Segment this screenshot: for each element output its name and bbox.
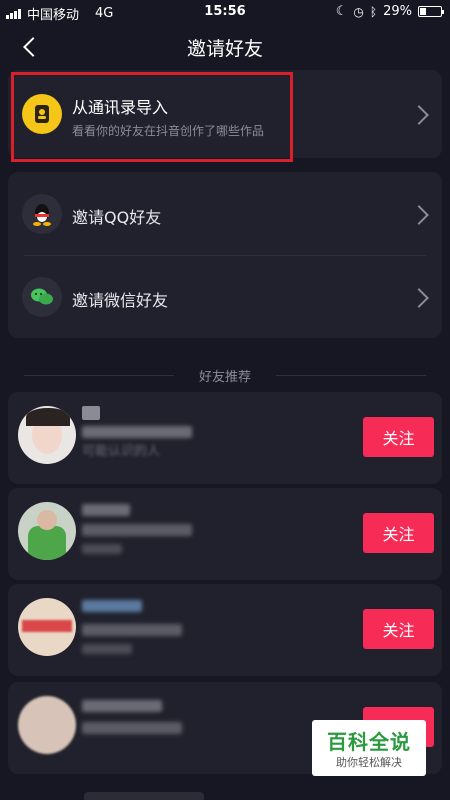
watermark-subtitle: 助你轻松解决 — [336, 756, 402, 769]
nav-bar: 邀请好友 — [0, 24, 450, 70]
avatar[interactable] — [18, 502, 76, 560]
recommend-section-title: 好友推荐 — [0, 366, 450, 386]
next-item-peek — [84, 792, 204, 800]
invite-wechat-row[interactable]: 邀请微信好友 — [8, 255, 442, 338]
follow-button[interactable]: 关注 — [363, 609, 434, 649]
battery-percent: 29% — [383, 4, 412, 19]
contacts-title: 从通讯录导入 — [72, 98, 169, 117]
battery-icon — [418, 6, 444, 17]
watermark-logo: 百科全说 助你轻松解决 — [312, 720, 426, 776]
friend-item[interactable]: 可能认识的人 关注 — [8, 392, 442, 484]
friend-hint: 可能认识的人 — [82, 444, 161, 459]
divider — [276, 375, 426, 376]
qq-icon — [22, 194, 62, 234]
chevron-right-icon — [409, 105, 429, 125]
info-redacted — [82, 426, 192, 438]
username-redacted — [82, 600, 142, 612]
contacts-icon — [22, 94, 62, 134]
wechat-icon — [22, 277, 62, 317]
contacts-subtitle: 看看你的好友在抖音创作了哪些作品 — [72, 124, 265, 138]
follow-button[interactable]: 关注 — [363, 417, 434, 457]
avatar[interactable] — [18, 406, 76, 464]
moon-icon: ☾ — [335, 4, 348, 19]
contacts-import-card[interactable]: 从通讯录导入 看看你的好友在抖音创作了哪些作品 — [8, 70, 442, 158]
info-redacted — [82, 722, 182, 734]
status-bar: 中国移动 4G 15:56 ☾ ◷ ᛒ 29% — [0, 0, 450, 24]
avatar[interactable] — [18, 598, 76, 656]
friend-item[interactable]: 关注 — [8, 584, 442, 676]
info-redacted — [82, 544, 122, 554]
username-redacted — [82, 700, 162, 712]
username-redacted — [82, 406, 100, 420]
username-redacted — [82, 504, 130, 516]
watermark-title: 百科全说 — [327, 730, 411, 754]
info-redacted — [82, 524, 192, 536]
battery-fill — [420, 8, 426, 15]
invite-card: 邀请QQ好友 邀请微信好友 — [8, 172, 442, 338]
invite-wechat-label: 邀请微信好友 — [72, 291, 169, 310]
chevron-right-icon — [409, 205, 429, 225]
status-right: ☾ ◷ ᛒ 29% — [335, 4, 444, 19]
invite-qq-label: 邀请QQ好友 — [72, 208, 162, 227]
friend-item[interactable]: 关注 — [8, 488, 442, 580]
info-redacted — [82, 644, 132, 654]
avatar[interactable] — [18, 696, 76, 754]
chevron-right-icon — [409, 288, 429, 308]
page-title: 邀请好友 — [186, 38, 263, 60]
bluetooth-icon: ᛒ — [369, 4, 378, 19]
info-redacted — [82, 624, 182, 636]
invite-qq-row[interactable]: 邀请QQ好友 — [8, 172, 442, 255]
alarm-icon: ◷ — [353, 4, 364, 19]
follow-button[interactable]: 关注 — [363, 513, 434, 553]
